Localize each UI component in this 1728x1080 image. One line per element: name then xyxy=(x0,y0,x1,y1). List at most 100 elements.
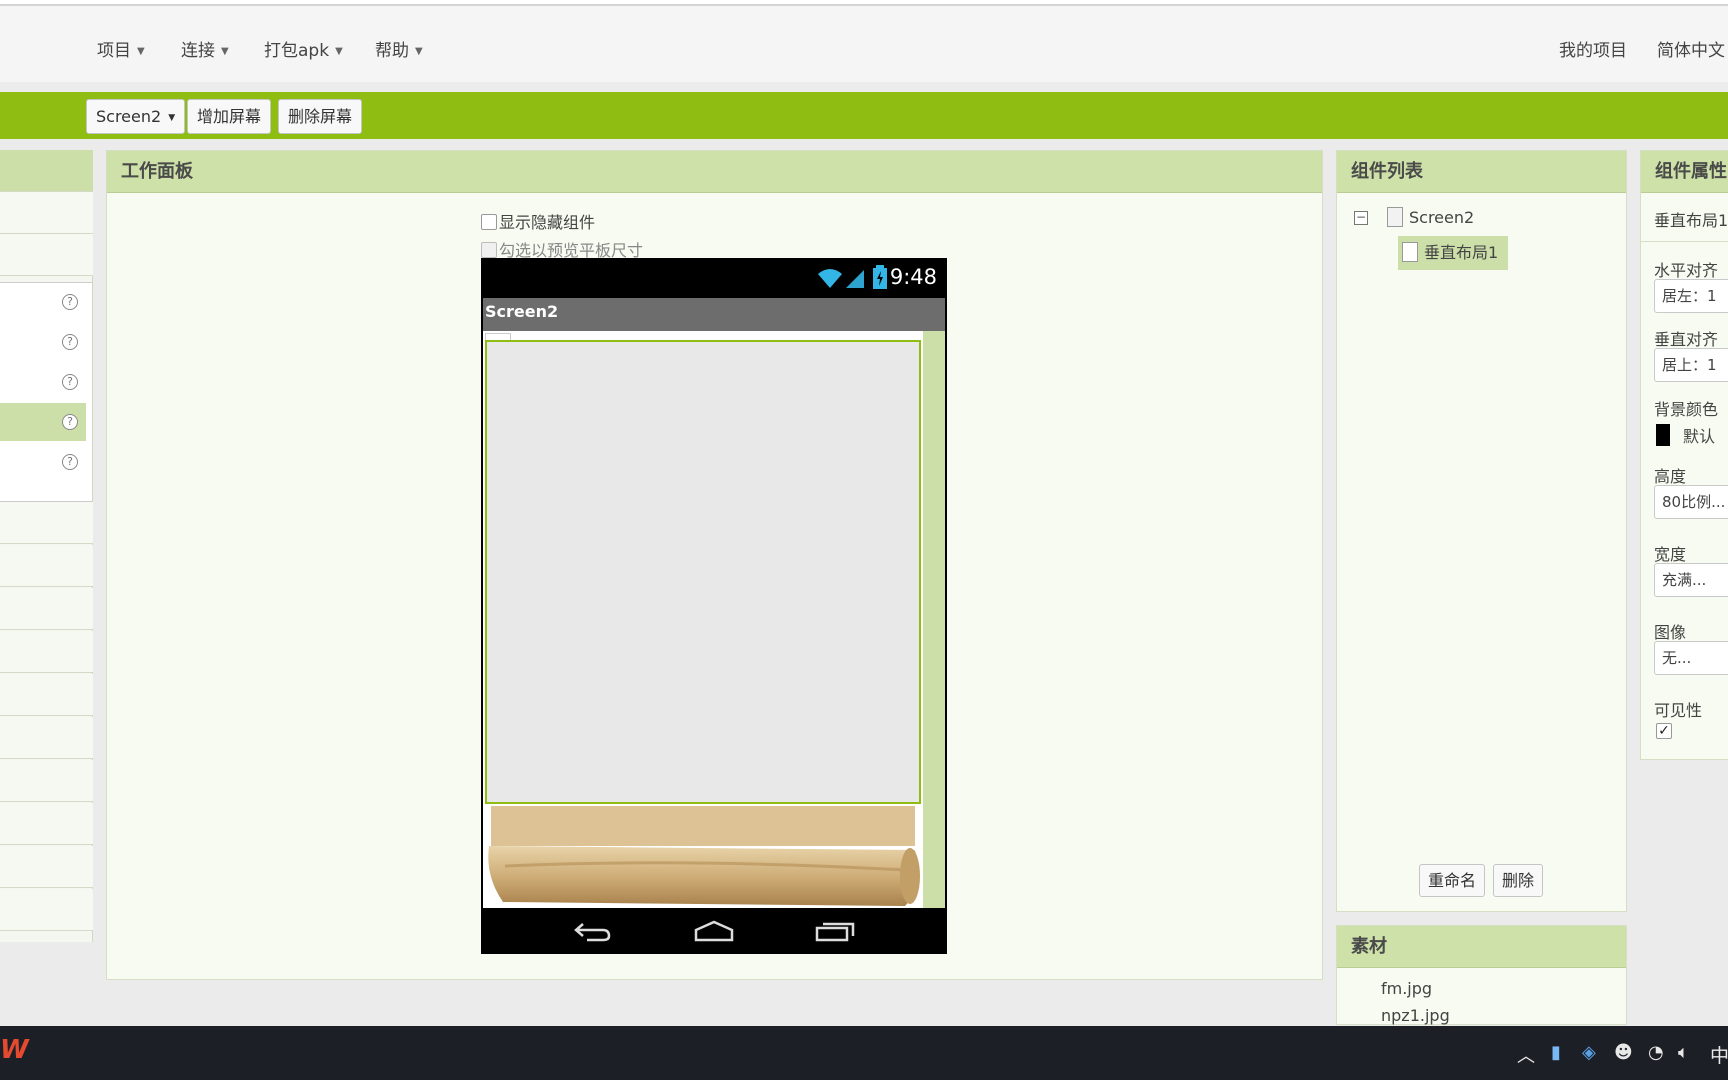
my-projects-link[interactable]: 我的项目 xyxy=(1559,36,1627,61)
properties-panel-title: 组件属性 xyxy=(1641,151,1728,193)
caret-down-icon: ▼ xyxy=(415,46,423,57)
properties-panel: 组件属性 垂直布局1 水平对齐 居左：1 垂直对齐 居上：1 背景颜色 默认 高… xyxy=(1640,150,1728,760)
ime-indicator[interactable]: 中 xyxy=(1710,1041,1728,1068)
phone-status-bar: 9:48 xyxy=(481,258,947,298)
align-vertical-label: 垂直对齐 xyxy=(1654,330,1719,349)
volume-icon[interactable]: 🔈︎ xyxy=(1678,1042,1689,1063)
palette-category[interactable] xyxy=(0,502,93,544)
screen-title-bar: Screen2 xyxy=(483,298,945,331)
topbar-divider xyxy=(0,82,1728,92)
battery-icon xyxy=(873,265,887,289)
screen-canvas[interactable] xyxy=(483,331,945,908)
help-icon[interactable]: ? xyxy=(62,414,78,430)
palette-category[interactable] xyxy=(0,631,93,673)
menu-help[interactable]: 帮助 ▼ xyxy=(375,36,423,61)
vertical-arrangement-1[interactable] xyxy=(485,340,921,804)
divider xyxy=(1641,241,1728,242)
align-vertical-select[interactable]: 居上：1 xyxy=(1654,348,1728,382)
width-field[interactable]: 充满... xyxy=(1654,563,1728,597)
usb-icon[interactable]: ▮ xyxy=(1551,1042,1561,1063)
caret-down-icon: ▼ xyxy=(335,46,343,57)
background-color-label: 背景颜色 xyxy=(1654,400,1719,419)
width-label: 宽度 xyxy=(1654,545,1687,564)
selected-component-name: 垂直布局1 xyxy=(1654,211,1728,230)
align-horizontal-select[interactable]: 居左：1 xyxy=(1654,279,1728,313)
palette-search[interactable] xyxy=(0,192,93,234)
chevron-up-icon[interactable]: ︿ xyxy=(1517,1042,1535,1068)
delete-button[interactable]: 删除 xyxy=(1493,864,1544,897)
media-panel-title: 素材 xyxy=(1337,926,1626,968)
language-link[interactable]: 简体中文 xyxy=(1657,36,1725,61)
app-logo-icon[interactable]: 𝙒 xyxy=(0,1035,29,1065)
palette-category[interactable] xyxy=(0,588,93,630)
palette-item[interactable]: ? xyxy=(0,283,86,321)
palette-category[interactable] xyxy=(0,803,93,845)
top-menu-bar: 项目 ▼ 连接 ▼ 打包apk ▼ 帮助 ▼ 我的项目 简体中文 xyxy=(0,4,1728,82)
components-panel-title: 组件列表 xyxy=(1337,151,1626,193)
palette-header xyxy=(0,150,93,192)
palette-category[interactable] xyxy=(0,545,93,587)
checkbox[interactable] xyxy=(481,242,497,258)
help-icon[interactable]: ? xyxy=(62,454,78,470)
visible-label: 可见性 xyxy=(1654,701,1703,720)
palette-category[interactable] xyxy=(0,717,93,759)
checkbox[interactable] xyxy=(481,214,497,230)
screen-scrollbar[interactable] xyxy=(923,331,945,908)
qq-icon[interactable]: ☻ xyxy=(1614,1042,1633,1063)
screen-select-dropdown[interactable]: Screen2 ▼ xyxy=(86,99,186,134)
phone-nav-bar xyxy=(481,908,947,954)
screen-toolbar: Screen2 ▼ 增加屏幕 删除屏幕 xyxy=(0,92,1728,139)
palette-item[interactable]: ? xyxy=(0,363,86,401)
show-hidden-checkbox-row[interactable]: 显示隐藏组件 xyxy=(481,209,595,233)
visible-checkbox[interactable]: ✓ xyxy=(1656,723,1672,739)
palette-category[interactable] xyxy=(0,234,93,276)
palette-layout-list: ? ? ? ? ? xyxy=(0,282,92,502)
rename-button[interactable]: 重命名 xyxy=(1419,864,1486,897)
palette-item[interactable]: ? xyxy=(0,323,86,361)
vertical-layout-icon xyxy=(1402,242,1418,262)
tree-item-vertical-arrangement-1[interactable]: 垂直布局1 xyxy=(1398,236,1509,270)
viewer-panel-title: 工作面板 xyxy=(107,151,1322,193)
palette-category[interactable] xyxy=(0,760,93,802)
remove-screen-button[interactable]: 删除屏幕 xyxy=(278,99,363,134)
add-screen-button[interactable]: 增加屏幕 xyxy=(187,99,272,134)
media-file[interactable]: fm.jpg xyxy=(1381,979,1432,998)
help-icon[interactable]: ? xyxy=(62,334,78,350)
menu-project[interactable]: 项目 ▼ xyxy=(97,36,145,61)
parchment-scroll-image[interactable] xyxy=(485,806,921,906)
collapse-icon[interactable]: − xyxy=(1354,211,1368,225)
phone-clock: 9:48 xyxy=(889,265,937,289)
wifi-signal-icon xyxy=(818,269,864,288)
shield-icon[interactable]: ◈ xyxy=(1582,1042,1596,1063)
caret-down-icon: ▼ xyxy=(168,113,176,123)
component-palette: ? ? ? ? ? xyxy=(0,150,93,942)
palette-item[interactable]: ? xyxy=(0,443,86,481)
menu-build-apk[interactable]: 打包apk ▼ xyxy=(264,36,343,61)
home-icon xyxy=(694,920,734,942)
height-field[interactable]: 80比例... xyxy=(1654,485,1728,519)
media-file[interactable]: npz1.jpg xyxy=(1381,1006,1450,1025)
palette-item-selected[interactable]: ? xyxy=(0,403,86,441)
palette-category[interactable] xyxy=(0,846,93,888)
height-label: 高度 xyxy=(1654,467,1687,486)
tree-item-screen2[interactable]: Screen2 xyxy=(1387,207,1474,227)
caret-down-icon: ▼ xyxy=(221,46,229,57)
palette-category[interactable] xyxy=(0,674,93,716)
menu-connect[interactable]: 连接 ▼ xyxy=(181,36,229,61)
recent-apps-icon xyxy=(815,922,855,942)
color-swatch[interactable] xyxy=(1656,424,1670,446)
os-taskbar: 𝙒 ︿ ▮ ◈ ☻ ◔ 🔈︎ 中 xyxy=(0,1026,1728,1080)
image-label: 图像 xyxy=(1654,623,1687,642)
palette-category[interactable] xyxy=(0,889,93,931)
phone-preview: 9:48 Screen2 xyxy=(481,258,947,954)
background-color-value[interactable]: 默认 xyxy=(1683,423,1715,447)
help-icon[interactable]: ? xyxy=(62,374,78,390)
help-icon[interactable]: ? xyxy=(62,294,78,310)
components-panel: 组件列表 − Screen2 垂直布局1 重命名 删除 xyxy=(1336,150,1627,912)
media-panel: 素材 fm.jpg npz1.jpg xyxy=(1336,925,1627,1025)
align-horizontal-label: 水平对齐 xyxy=(1654,261,1719,280)
image-field[interactable]: 无... xyxy=(1654,641,1728,675)
network-icon[interactable]: ◔ xyxy=(1648,1042,1664,1063)
screen-title: Screen2 xyxy=(485,302,559,321)
screen-icon xyxy=(1387,207,1403,227)
